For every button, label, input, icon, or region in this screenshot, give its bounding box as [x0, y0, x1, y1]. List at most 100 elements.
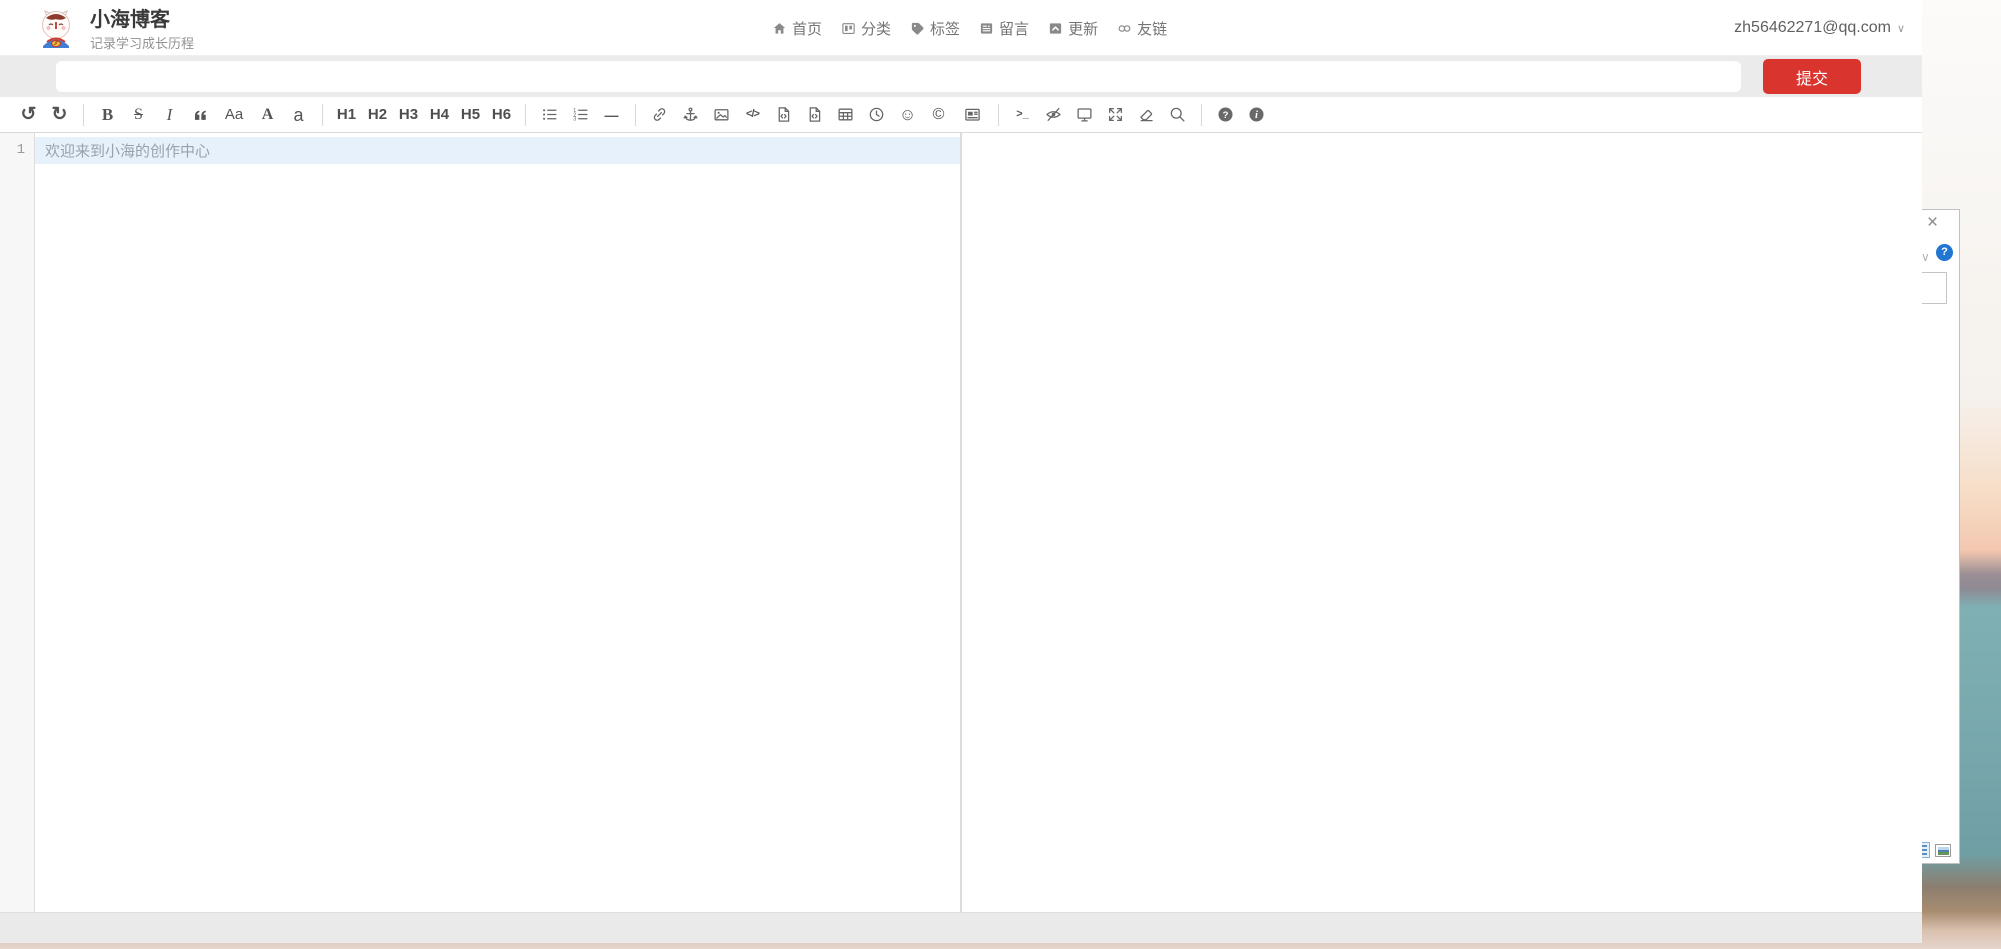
toolbar-html-entities-button[interactable]: ©: [923, 100, 954, 130]
h3-icon: H3: [399, 107, 418, 122]
home-icon: [772, 21, 787, 36]
toolbar-clear-button[interactable]: [1131, 100, 1162, 130]
del-icon: S: [134, 107, 143, 123]
site-header: 小海博客 记录学习成长历程 首页分类 标签 留言 更新 友链 zh56462271@qq…: [0, 0, 1922, 56]
nav-item-columns[interactable]: 分类: [841, 18, 891, 39]
toolbar-search-button[interactable]: [1162, 100, 1193, 130]
editor-toolbar: ↺ ↻ B SI Aa Aa H1 H2 H3 H4 H5 H6 123 — </> ☺© >_? i: [0, 97, 1922, 133]
user-menu[interactable]: zh56462271@qq.com ∨: [1734, 0, 1905, 56]
h2-icon: H2: [368, 107, 387, 122]
toolbar-emoji-button[interactable]: ☺: [892, 100, 923, 130]
toolbar-divider: [1201, 104, 1202, 126]
post-title-bar: 提交: [0, 56, 1922, 97]
toolbar-h6-button[interactable]: H6: [486, 100, 517, 130]
svg-text:3: 3: [573, 117, 576, 123]
toolbar-info-button[interactable]: i: [1241, 100, 1272, 130]
toolbar-undo-button[interactable]: ↺: [13, 100, 44, 130]
toolbar-code-button[interactable]: </>: [737, 100, 768, 130]
toolbar-h5-button[interactable]: H5: [455, 100, 486, 130]
search-icon: [1169, 106, 1186, 123]
code-block-icon: [806, 106, 823, 123]
toolbar-divider: [322, 104, 323, 126]
close-icon[interactable]: ×: [1927, 212, 1938, 234]
uppercase-icon: A: [262, 107, 274, 123]
nav-item-update[interactable]: 更新: [1048, 18, 1098, 39]
toolbar-quote-button[interactable]: [185, 100, 216, 130]
toolbar-hr-button[interactable]: —: [596, 100, 627, 130]
toolbar-image-button[interactable]: [706, 100, 737, 130]
tag-icon: [910, 21, 925, 36]
markdown-editor-area[interactable]: 欢迎来到小海的创作中心: [35, 133, 960, 912]
site-logo-avatar[interactable]: [36, 8, 76, 48]
toolbar-reference-link-button[interactable]: [675, 100, 706, 130]
nav-item-label: 标签: [930, 18, 960, 39]
redo-icon: ↻: [52, 105, 68, 124]
list-ol-icon: 123: [572, 106, 589, 123]
comment-list-icon: [979, 21, 994, 36]
preview-pane: [962, 133, 1922, 912]
list-ul-icon: [541, 106, 558, 123]
ucwords-icon: Aa: [225, 107, 243, 122]
nav-item-label: 留言: [999, 18, 1029, 39]
reference-link-icon: [682, 106, 699, 123]
help-icon: ?: [1217, 106, 1234, 123]
help-badge-icon[interactable]: ?: [1936, 244, 1953, 261]
line-number-gutter: 1: [0, 133, 35, 912]
svg-text:?: ?: [1223, 110, 1229, 121]
nav-item-tag[interactable]: 标签: [910, 18, 960, 39]
toolbar-redo-button[interactable]: ↻: [44, 100, 75, 130]
undo-icon: ↺: [21, 105, 37, 124]
nav-item-comment-list[interactable]: 留言: [979, 18, 1029, 39]
toolbar-lowercase-button[interactable]: a: [283, 100, 314, 130]
toolbar-link-button[interactable]: [644, 100, 675, 130]
panel-input[interactable]: [1920, 272, 1947, 304]
toolbar-pagebreak-button[interactable]: [954, 100, 990, 130]
nav-item-label: 首页: [792, 18, 822, 39]
toolbar-del-button[interactable]: S: [123, 100, 154, 130]
toolbar-preview-button[interactable]: [1069, 100, 1100, 130]
toolbar-watch-button[interactable]: [1038, 100, 1069, 130]
toolbar-list-ol-button[interactable]: 123: [565, 100, 596, 130]
toolbar-goto-line-button[interactable]: >_: [1007, 100, 1038, 130]
submit-button[interactable]: 提交: [1763, 59, 1861, 94]
line-number: 1: [0, 142, 34, 158]
toolbar-help-button[interactable]: ?: [1210, 100, 1241, 130]
nav-item-home[interactable]: 首页: [772, 18, 822, 39]
post-title-input[interactable]: [56, 61, 1741, 92]
lowercase-icon: a: [293, 106, 303, 124]
main-nav: 首页分类 标签 留言 更新 友链: [772, 0, 1167, 56]
chevron-down-icon[interactable]: ∨: [1921, 250, 1930, 264]
toolbar-h1-button[interactable]: H1: [331, 100, 362, 130]
image-icon: [713, 106, 730, 123]
columns-icon: [841, 21, 856, 36]
toolbar-preformatted-text-button[interactable]: [768, 100, 799, 130]
hr-icon: —: [605, 108, 619, 122]
card-bottom-strip: [0, 912, 1922, 943]
nav-item-label: 更新: [1068, 18, 1098, 39]
toolbar-h2-button[interactable]: H2: [362, 100, 393, 130]
toolbar-code-block-button[interactable]: [799, 100, 830, 130]
toolbar-table-button[interactable]: [830, 100, 861, 130]
nav-item-chain-link[interactable]: 友链: [1117, 18, 1167, 39]
svg-text:i: i: [1255, 110, 1258, 121]
toolbar-divider: [635, 104, 636, 126]
toolbar-datetime-button[interactable]: [861, 100, 892, 130]
image-view-icon[interactable]: [1935, 844, 1951, 857]
toolbar-h4-button[interactable]: H4: [424, 100, 455, 130]
toolbar-ucwords-button[interactable]: Aa: [216, 100, 252, 130]
h5-icon: H5: [461, 107, 480, 122]
code-icon: </>: [746, 109, 759, 120]
toolbar-bold-button[interactable]: B: [92, 100, 123, 130]
toolbar-h3-button[interactable]: H3: [393, 100, 424, 130]
toolbar-italic-button[interactable]: I: [154, 100, 185, 130]
editor-main: 1 欢迎来到小海的创作中心: [0, 133, 1922, 912]
preformatted-text-icon: [775, 106, 792, 123]
bold-icon: B: [102, 106, 113, 123]
active-line[interactable]: 欢迎来到小海的创作中心: [35, 137, 960, 164]
site-title-block[interactable]: 小海博客 记录学习成长历程: [90, 8, 194, 52]
toolbar-fullscreen-button[interactable]: [1100, 100, 1131, 130]
toolbar-uppercase-button[interactable]: A: [252, 100, 283, 130]
toolbar-list-ul-button[interactable]: [534, 100, 565, 130]
nav-item-label: 友链: [1137, 18, 1167, 39]
clear-icon: [1138, 106, 1155, 123]
